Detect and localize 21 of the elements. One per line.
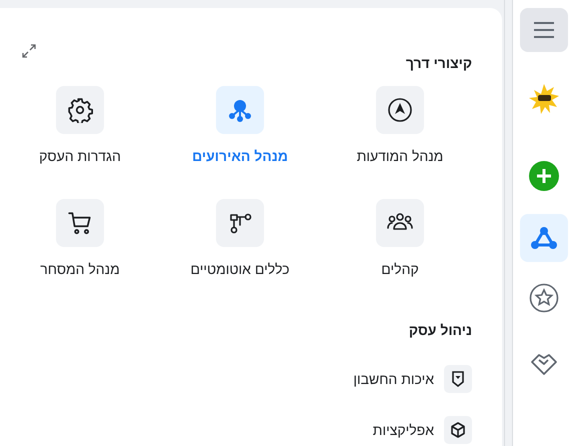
cube-icon	[450, 422, 466, 438]
network-triangle-icon	[531, 226, 557, 250]
shortcut-tile[interactable]: מנהל המסחר	[0, 199, 160, 280]
settings-icon	[67, 97, 93, 123]
plus-icon	[529, 161, 559, 191]
shopping-cart-icon	[67, 210, 93, 236]
menu-button[interactable]	[520, 8, 568, 52]
shield-icon	[451, 371, 465, 387]
menu-icon	[532, 20, 556, 40]
shortcut-tile[interactable]: כללים אוטומטיים	[160, 199, 320, 280]
shortcut-tile[interactable]: מנהל האירועים	[160, 86, 320, 167]
section-title: קיצורי דרך	[406, 54, 472, 73]
shortcut-tile[interactable]: מנהל המודעות	[320, 86, 480, 167]
network-nodes-icon	[228, 98, 252, 122]
flow-path-icon	[228, 211, 252, 235]
expand-icon[interactable]	[21, 43, 37, 59]
shortcut-tile[interactable]: הגדרות העסק	[0, 86, 160, 167]
menu-link[interactable]: איכות החשבון	[353, 368, 434, 390]
shortcut-tile[interactable]: קהלים	[320, 199, 480, 280]
section-title: ניהול עסק	[408, 321, 472, 340]
menu-link[interactable]: אפליקציות	[372, 420, 434, 440]
